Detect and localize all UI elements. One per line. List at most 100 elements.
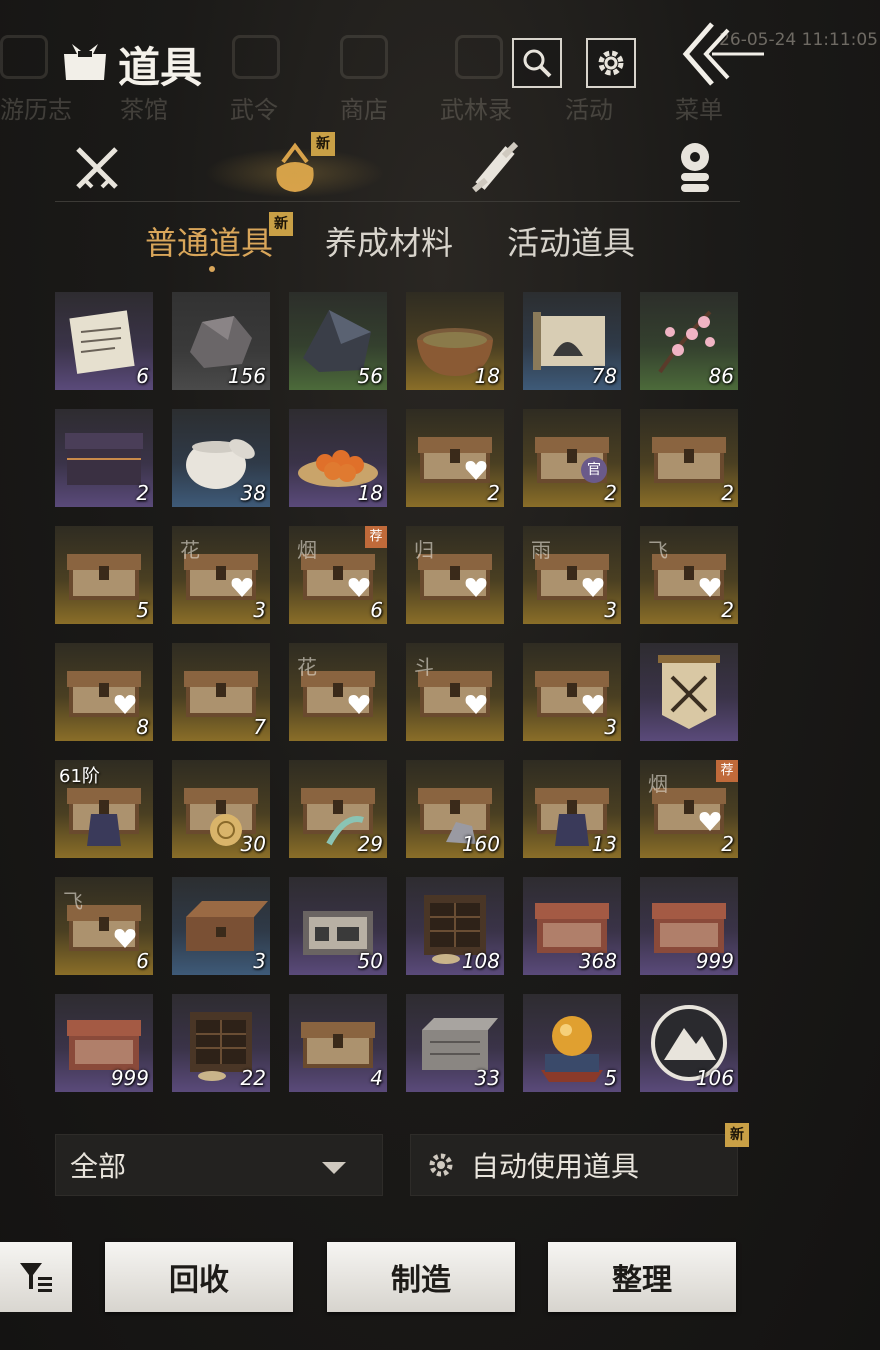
item-slot[interactable]: 2 [640, 409, 738, 507]
tab-equipment[interactable] [67, 140, 127, 196]
item-slot[interactable]: 8 [55, 643, 153, 741]
search-icon [523, 49, 552, 78]
recycle-button[interactable]: 回收 [105, 1242, 293, 1312]
item-tag: 斗 [414, 655, 434, 679]
item-slot[interactable]: 7 [172, 643, 270, 741]
item-slot[interactable]: 86 [640, 292, 738, 390]
item-slot[interactable]: 50 [289, 877, 387, 975]
heart-icon [465, 578, 487, 597]
item-slot[interactable]: 13 [523, 760, 621, 858]
item-quantity: 38 [240, 481, 266, 505]
item-tag: 花 [180, 538, 200, 562]
subtab-label: 活动道具 [507, 224, 636, 262]
item-quantity: 368 [578, 949, 617, 973]
sub-tabs: 普通道具 新 养成材料 活动道具 [145, 212, 745, 272]
item-slot[interactable]: 雨3 [523, 526, 621, 624]
new-badge: 新 [725, 1123, 749, 1147]
item-quantity: 3 [253, 949, 266, 973]
item-slot[interactable]: 33 [406, 994, 504, 1092]
item-slot[interactable]: 29 [289, 760, 387, 858]
item-quantity: 5 [604, 1066, 617, 1090]
item-slot[interactable]: 烟 荐 6 [289, 526, 387, 624]
subtab-materials[interactable]: 养成材料 [325, 218, 453, 264]
craft-button[interactable]: 制造 [327, 1242, 515, 1312]
item-grid: 6 156 56 18 78 86 2 38 18 2 官 2 2 5 花 3 烟荐 6 归雨 3 飞 2 8 7 花斗 3 61阶… [55, 292, 740, 1092]
item-slot[interactable]: 5 [55, 526, 153, 624]
auto-use-label: 自动使用道具 [471, 1150, 640, 1183]
crossed-swords-banner-icon [658, 655, 720, 729]
item-slot[interactable]: 3 [172, 877, 270, 975]
item-quantity: 78 [591, 364, 617, 388]
heart-icon [699, 578, 721, 597]
filter-dropdown[interactable]: 全部 [55, 1134, 383, 1196]
heart-icon [348, 578, 370, 597]
item-tag: 烟 [297, 538, 317, 562]
filter-list-icon [20, 1263, 52, 1292]
tab-currency[interactable] [665, 140, 725, 196]
subtab-label: 普通道具 [145, 224, 274, 262]
item-slot[interactable]: 6 [55, 292, 153, 390]
item-slot[interactable]: 官2 [523, 409, 621, 507]
item-slot[interactable] [640, 643, 738, 741]
back-button[interactable] [678, 16, 768, 96]
item-quantity: 3 [253, 598, 266, 622]
item-slot[interactable]: 108 [406, 877, 504, 975]
item-tag: 归 [414, 538, 434, 562]
tab-items[interactable]: 新 [205, 132, 385, 198]
heart-icon [114, 929, 136, 948]
item-slot[interactable]: 156 [172, 292, 270, 390]
heart-icon [582, 578, 604, 597]
subtab-event-items[interactable]: 活动道具 [507, 218, 635, 264]
item-slot[interactable]: 999 [55, 994, 153, 1092]
item-bundle-icon [64, 44, 106, 80]
item-slot[interactable]: 5 [523, 994, 621, 1092]
sort-button[interactable]: 整理 [548, 1242, 736, 1312]
filter-button[interactable] [0, 1242, 72, 1312]
item-slot[interactable]: 花3 [172, 526, 270, 624]
item-quantity: 3 [604, 598, 617, 622]
item-quantity: 2 [604, 481, 617, 505]
item-quantity: 999 [695, 949, 734, 973]
item-slot[interactable]: 飞2 [640, 526, 738, 624]
item-slot[interactable]: 3 [523, 643, 621, 741]
subtab-label: 养成材料 [325, 224, 454, 262]
item-slot[interactable]: 999 [640, 877, 738, 975]
item-slot[interactable]: 18 [406, 292, 504, 390]
item-quantity: 30 [240, 832, 266, 856]
gear-icon [598, 50, 624, 76]
item-quantity: 3 [604, 715, 617, 739]
auto-use-button[interactable]: 自动使用道具 新 [410, 1123, 749, 1196]
settings-button[interactable] [586, 38, 636, 88]
item-slot[interactable]: 18 [289, 409, 387, 507]
item-tag: 花 [297, 655, 317, 679]
double-chevron-left-icon [682, 22, 764, 86]
heart-icon [465, 695, 487, 714]
item-slot[interactable]: 归 [406, 526, 504, 624]
item-tag: 烟 [648, 772, 668, 796]
item-slot[interactable]: 56 [289, 292, 387, 390]
item-quantity: 2 [136, 481, 149, 505]
item-slot[interactable]: 2 [55, 409, 153, 507]
item-quantity: 156 [227, 364, 266, 388]
heart-icon [348, 695, 370, 714]
item-slot[interactable]: 飞6 [55, 877, 153, 975]
item-slot[interactable]: 4 [289, 994, 387, 1092]
item-slot[interactable]: 106 [640, 994, 738, 1092]
subtab-common-items[interactable]: 普通道具 新 [145, 212, 293, 272]
item-slot[interactable]: 368 [523, 877, 621, 975]
item-quantity: 18 [474, 364, 500, 388]
item-slot[interactable]: 78 [523, 292, 621, 390]
search-button[interactable] [512, 38, 562, 88]
item-quantity: 86 [708, 364, 734, 388]
item-slot[interactable]: 斗 [406, 643, 504, 741]
chevron-down-icon [322, 1162, 346, 1174]
tab-scrolls[interactable] [465, 140, 525, 196]
item-slot[interactable]: 30 [172, 760, 270, 858]
item-slot[interactable]: 61阶 [55, 760, 153, 858]
item-slot[interactable]: 2 [406, 409, 504, 507]
item-slot[interactable]: 烟 荐 2 [640, 760, 738, 858]
item-slot[interactable]: 160 [406, 760, 504, 858]
item-slot[interactable]: 22 [172, 994, 270, 1092]
item-slot[interactable]: 38 [172, 409, 270, 507]
item-slot[interactable]: 花 [289, 643, 387, 741]
